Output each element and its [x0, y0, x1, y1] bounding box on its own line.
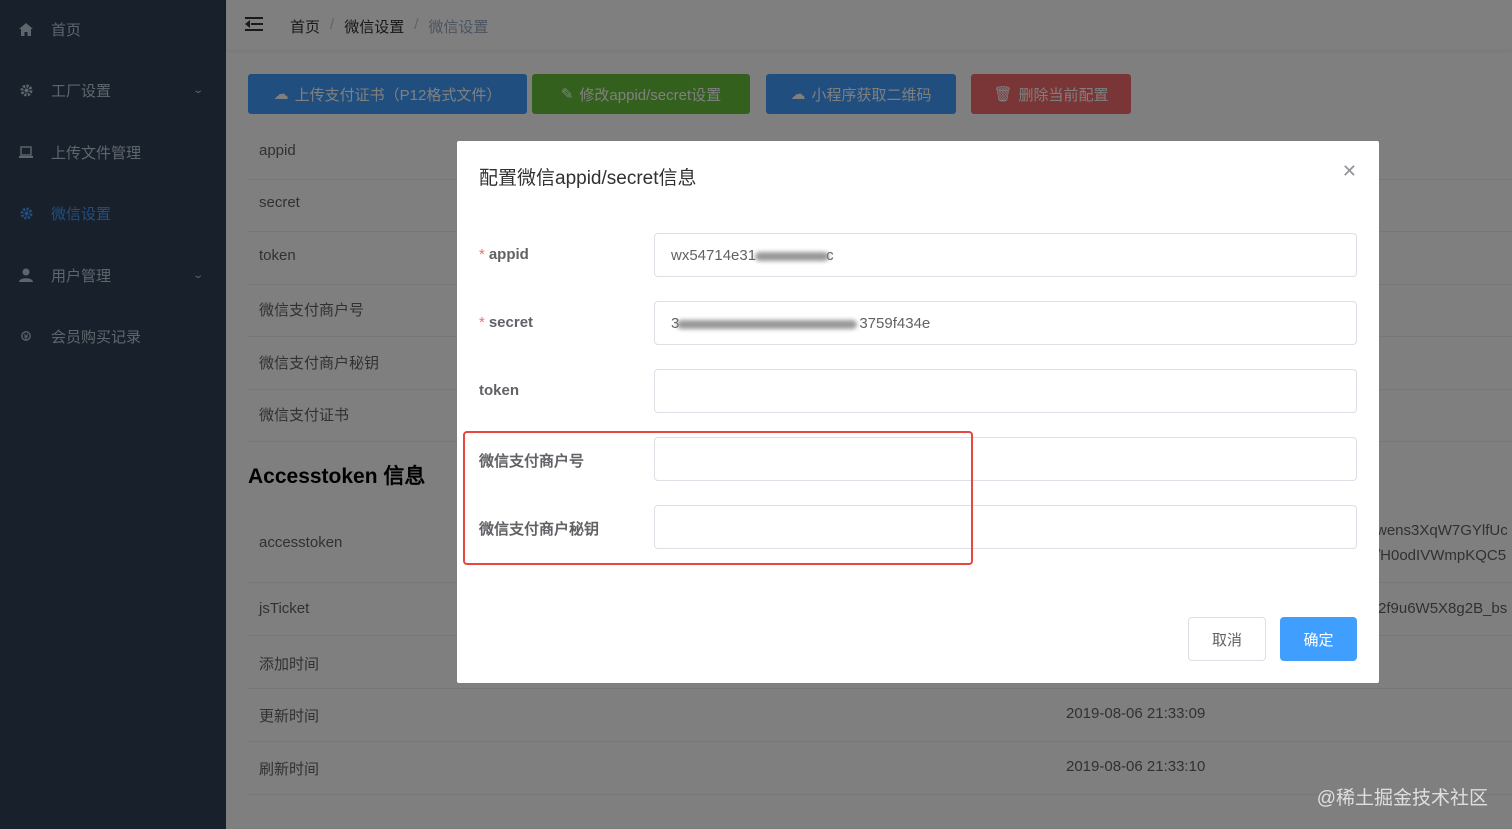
secret-input[interactable]: 3 3759f434e [654, 301, 1357, 345]
redaction-blur [677, 320, 857, 329]
watermark: @稀土掘金技术社区 [1316, 788, 1488, 809]
appid-label: * appid [479, 246, 529, 263]
redaction-blur [755, 252, 829, 261]
token-input[interactable] [654, 369, 1357, 413]
secret-label: * secret [479, 314, 533, 331]
cancel-button[interactable]: 取消 [1188, 617, 1266, 661]
appid-label-text: appid [488, 246, 529, 263]
required-mark: * [479, 314, 485, 331]
highlight-box [463, 431, 973, 565]
confirm-button[interactable]: 确定 [1280, 617, 1357, 661]
dialog-title: 配置微信appid/secret信息 [479, 168, 697, 189]
appid-value-prefix: wx54714e31 [671, 246, 757, 264]
close-icon[interactable]: ✕ [1342, 161, 1357, 182]
appid-input[interactable]: wx54714e31 c [654, 233, 1357, 277]
config-dialog: 配置微信appid/secret信息 ✕ * appid wx54714e31 c… [457, 141, 1379, 683]
secret-label-text: secret [488, 314, 534, 331]
required-mark: * [479, 246, 485, 263]
token-label: token [479, 382, 520, 399]
secret-value-suffix: 3759f434e [859, 314, 931, 332]
